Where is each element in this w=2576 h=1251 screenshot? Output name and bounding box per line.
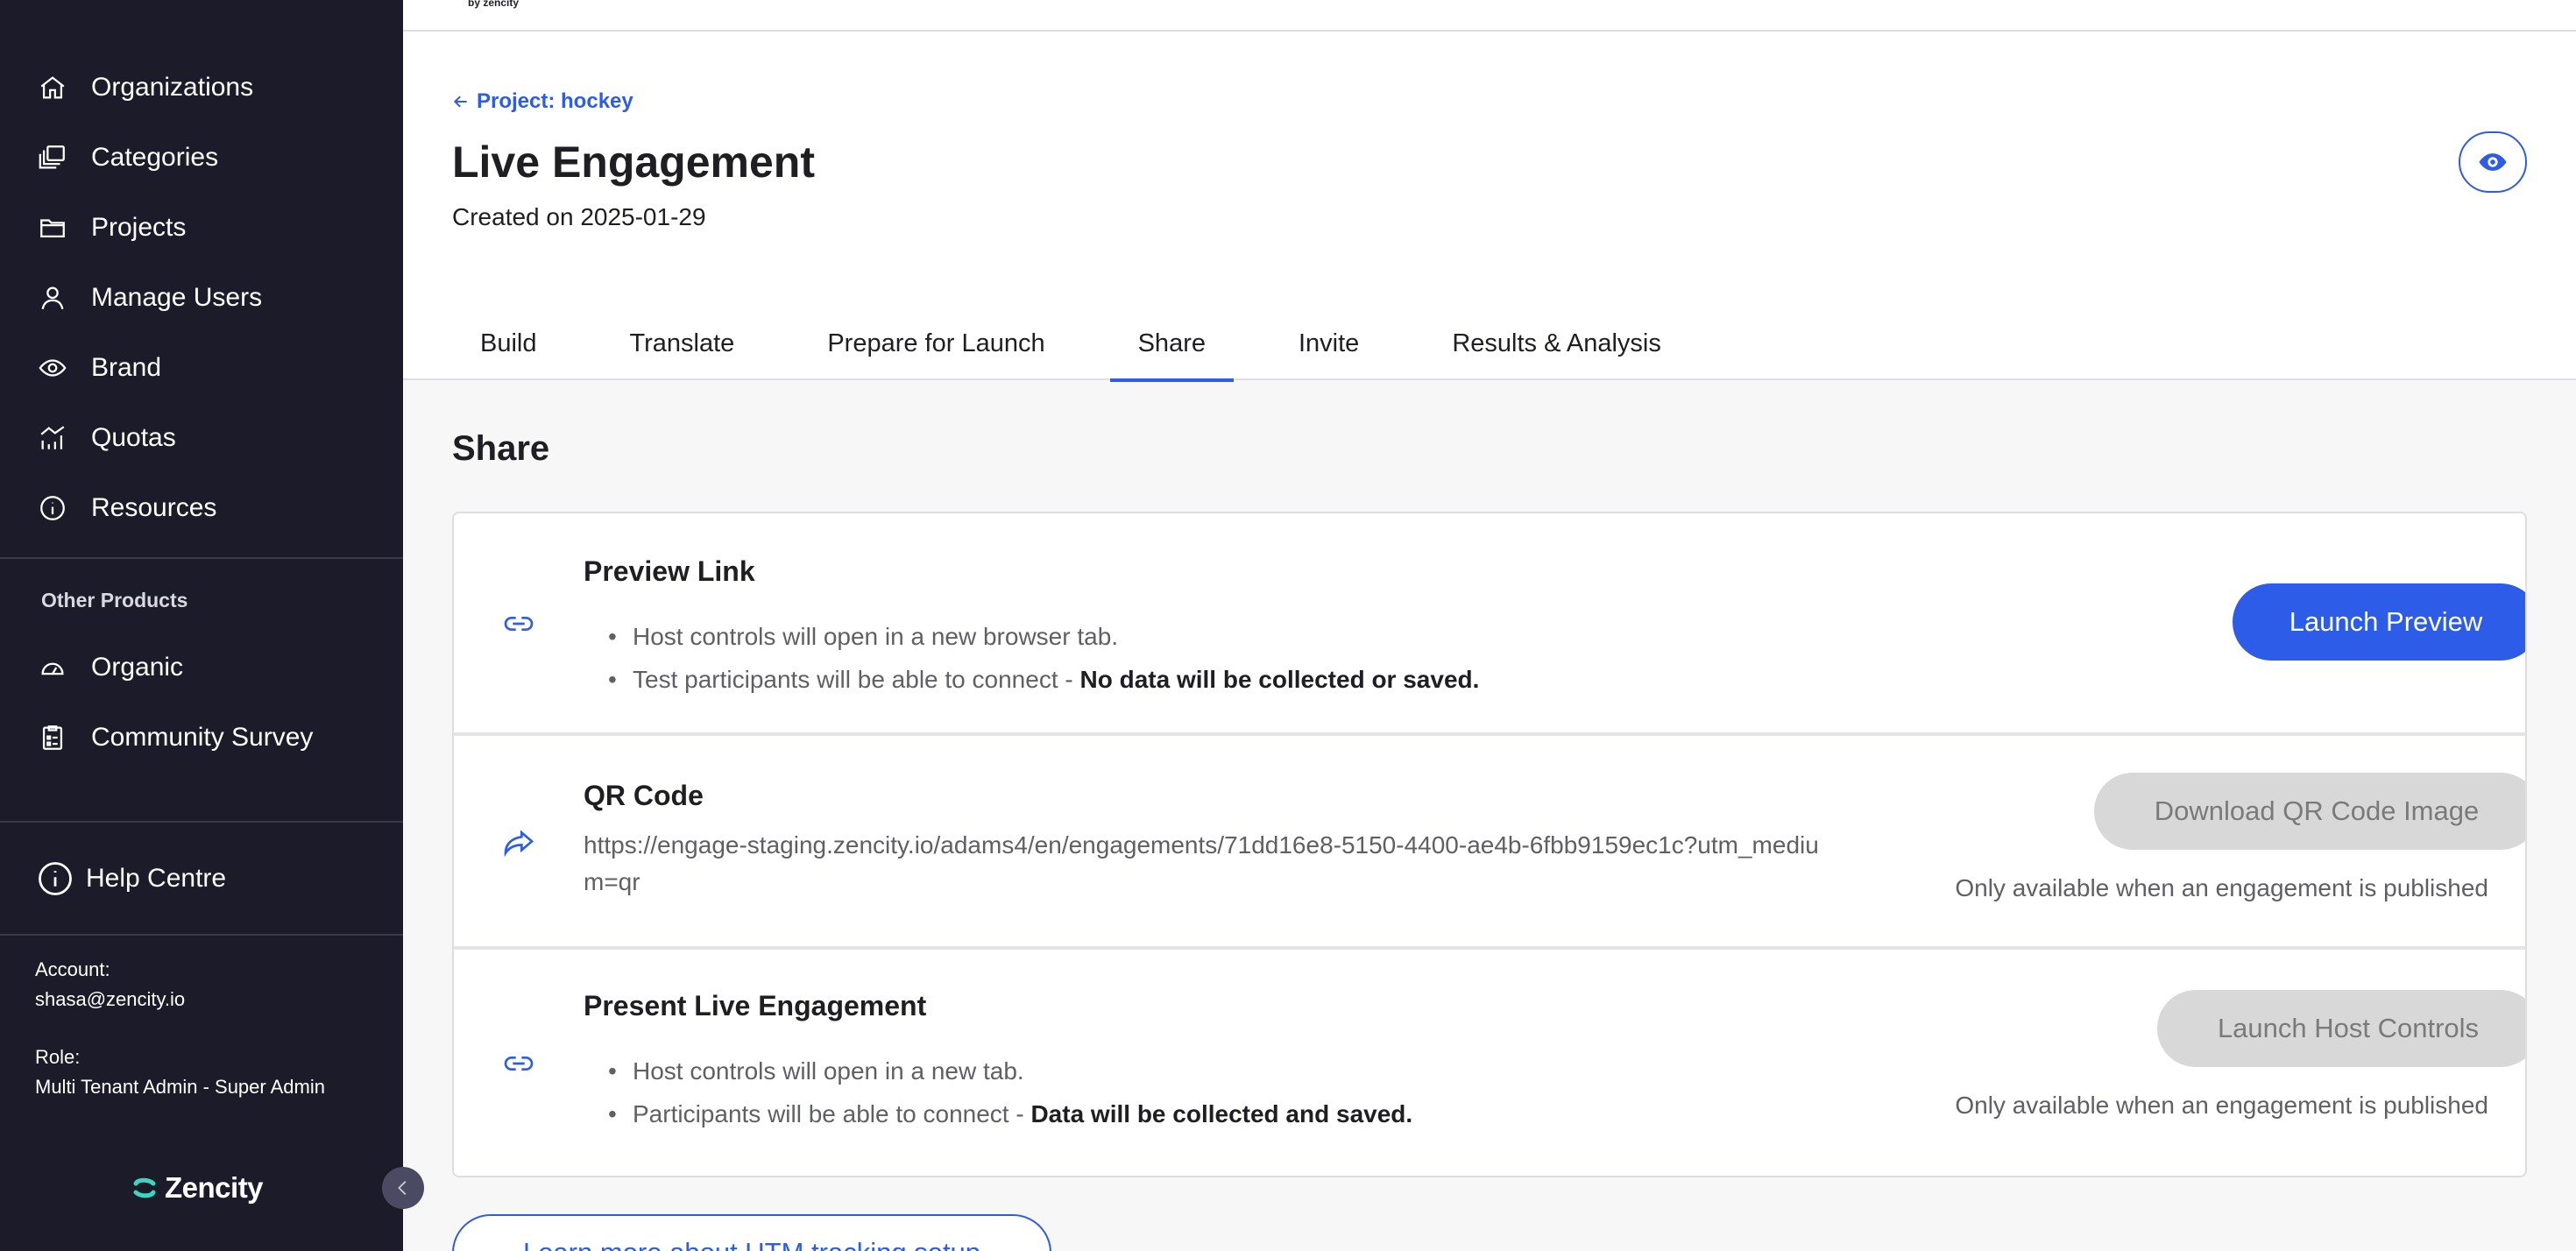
back-link-label: Project: hockey [477, 89, 633, 113]
user-icon [35, 280, 70, 315]
other-products-heading: Other Products [41, 589, 188, 611]
sidebar-item-label: Resources [91, 493, 217, 522]
sidebar-item-label: Community Survey [91, 723, 314, 752]
role-info: Role: Multi Tenant Admin - Super Admin [35, 1042, 325, 1102]
preview-link-bullets: Host controls will open in a new browser… [608, 615, 1479, 701]
sidebar-item-label: Quotas [91, 423, 176, 452]
eye-icon [35, 350, 70, 385]
launch-host-controls-button[interactable]: Launch Host Controls [2157, 990, 2525, 1067]
zencity-logo-icon [133, 1177, 156, 1198]
zencity-logo: Zencity [131, 1171, 264, 1205]
sidebar-item-label: Categories [91, 143, 219, 172]
folder-icon [35, 210, 70, 245]
help-centre-label: Help Centre [86, 864, 227, 893]
role-label: Role: [35, 1046, 81, 1068]
tab-prepare-for-launch[interactable]: Prepare for Launch [799, 307, 1072, 380]
present-live-title: Present Live Engagement [584, 990, 927, 1021]
role-value: Multi Tenant Admin - Super Admin [35, 1076, 325, 1098]
tab-translate[interactable]: Translate [602, 307, 763, 380]
qr-code-title: QR Code [584, 780, 704, 811]
back-to-project-link[interactable]: Project: hockey [452, 89, 633, 114]
help-centre-link[interactable]: Help Centre [35, 852, 226, 905]
sidebar-item-organic[interactable]: Organic [35, 641, 183, 694]
sidebar-item-quotas[interactable]: Quotas [35, 412, 176, 464]
top-bar: by zencity [403, 0, 2576, 32]
sidebar-item-organizations[interactable]: Organizations [35, 61, 253, 114]
sidebar: Organizations Categories Projects Manage… [0, 0, 403, 1251]
sidebar-item-label: Brand [91, 353, 162, 382]
qr-availability-note: Only available when an engagement is pub… [1955, 874, 2488, 901]
account-label: Account: [35, 958, 110, 980]
tab-invite[interactable]: Invite [1270, 307, 1387, 380]
sidebar-item-community-survey[interactable]: Community Survey [35, 711, 313, 764]
page-title: Live Engagement [452, 138, 815, 187]
tab-bar: Build Translate Prepare for Launch Share… [452, 307, 1726, 382]
tab-results-analysis[interactable]: Results & Analysis [1424, 307, 1689, 380]
tab-build[interactable]: Build [452, 307, 565, 380]
sidebar-item-label: Manage Users [91, 283, 263, 312]
main-content: by zencity Project: hockey Live Engageme… [403, 0, 2576, 1251]
sidebar-divider [0, 821, 403, 823]
list-item: Host controls will open in a new tab. [608, 1050, 1412, 1092]
chart-icon [35, 421, 70, 456]
present-live-row: Present Live Engagement Host controls wi… [454, 950, 2525, 1176]
share-options-card: Preview Link Host controls will open in … [452, 512, 2527, 1177]
sidebar-item-manage-users[interactable]: Manage Users [35, 272, 262, 324]
sidebar-item-brand[interactable]: Brand [35, 342, 161, 394]
sidebar-item-label: Projects [91, 213, 187, 242]
zencity-logo-text: Zencity [165, 1171, 264, 1204]
collapse-sidebar-button[interactable] [382, 1167, 424, 1209]
section-title: Share [452, 429, 550, 468]
download-qr-code-button[interactable]: Download QR Code Image [2094, 773, 2525, 850]
qr-code-row: QR Code https://engage-staging.zencity.i… [454, 736, 2525, 950]
home-icon [35, 70, 70, 105]
preview-eye-button[interactable] [2459, 131, 2527, 193]
preview-link-row: Preview Link Host controls will open in … [454, 513, 2525, 736]
utm-tracking-button[interactable]: Learn more about UTM tracking setup [452, 1214, 1051, 1251]
page-header: Project: hockey Live Engagement Created … [403, 32, 2576, 382]
gauge-icon [35, 650, 70, 685]
survey-icon [35, 720, 70, 755]
info-icon [35, 491, 70, 526]
host-controls-availability-note: Only available when an engagement is pub… [1955, 1092, 2488, 1119]
eye-icon [2479, 153, 2507, 171]
link-icon [499, 1044, 538, 1083]
list-item: Host controls will open in a new browser… [608, 615, 1479, 658]
launch-preview-button[interactable]: Launch Preview [2233, 583, 2525, 661]
chevron-left-icon [398, 1181, 407, 1195]
preview-link-title: Preview Link [584, 555, 755, 587]
sidebar-item-resources[interactable]: Resources [35, 482, 216, 534]
tab-share[interactable]: Share [1109, 307, 1235, 382]
list-item: Participants will be able to connect - D… [608, 1092, 1412, 1135]
sidebar-item-categories[interactable]: Categories [35, 131, 218, 184]
sidebar-item-label: Organizations [91, 73, 254, 102]
share-arrow-icon [499, 823, 538, 862]
info-circle-icon [35, 859, 75, 899]
present-live-bullets: Host controls will open in a new tab. Pa… [608, 1050, 1412, 1135]
account-email: shasa@zencity.io [35, 988, 186, 1010]
brand-byline: by zencity [468, 0, 520, 9]
link-icon [499, 604, 538, 643]
qr-code-url: https://engage-staging.zencity.io/adams4… [584, 831, 1819, 895]
list-item: Test participants will be able to connec… [608, 658, 1479, 701]
sidebar-divider [0, 557, 403, 559]
account-info: Account: shasa@zencity.io [35, 955, 185, 1014]
created-date: Created on 2025-01-29 [452, 203, 706, 230]
sidebar-item-projects[interactable]: Projects [35, 201, 186, 254]
categories-icon [35, 140, 70, 175]
arrow-left-icon [453, 95, 467, 108]
sidebar-divider [0, 934, 403, 936]
sidebar-item-label: Organic [91, 653, 184, 682]
